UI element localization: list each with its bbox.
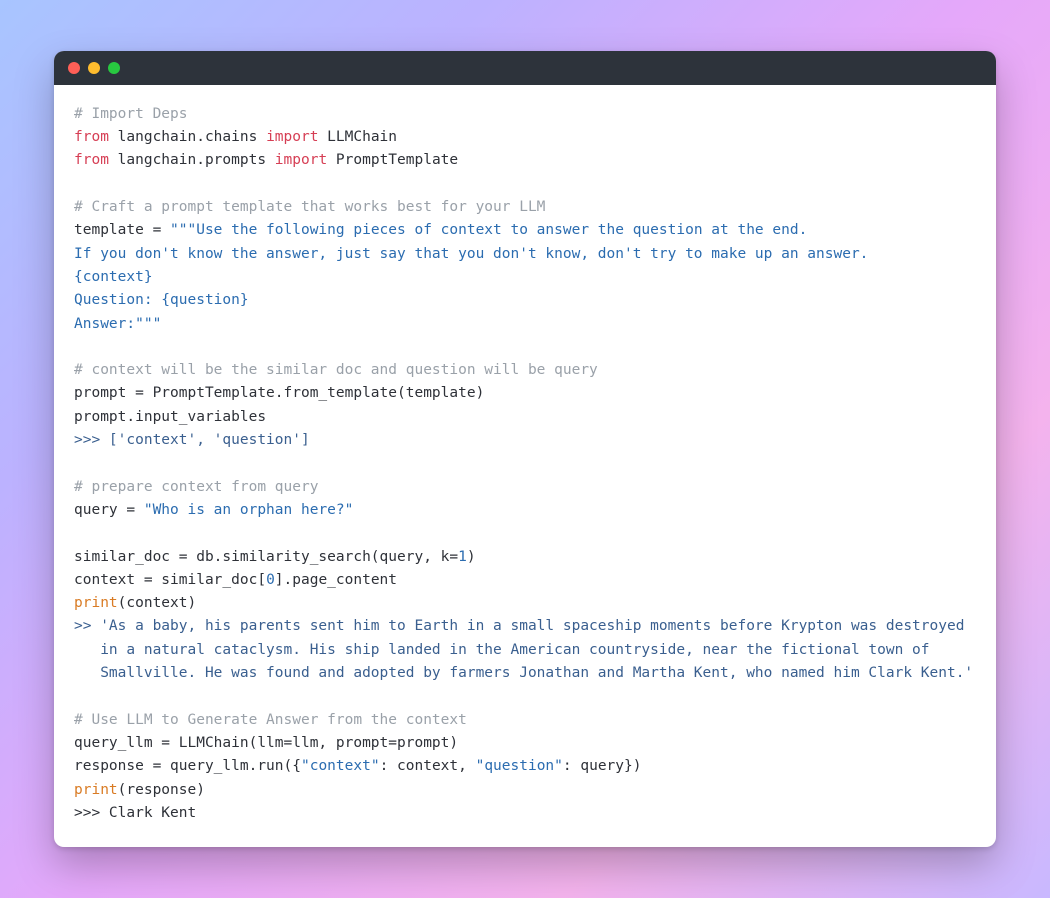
string: Question: {question}: [74, 292, 249, 308]
builtin-print: print: [74, 595, 118, 611]
comment: # context will be the similar doc and qu…: [74, 362, 598, 378]
module: langchain.prompts: [109, 152, 275, 168]
repl-prompt: >>>: [74, 432, 109, 448]
code-line: ): [467, 549, 476, 565]
zoom-icon[interactable]: [108, 62, 120, 74]
args: (response): [118, 782, 205, 798]
string: {context}: [74, 269, 153, 285]
keyword-from: from: [74, 152, 109, 168]
code-line: prompt.input_variables: [74, 409, 266, 425]
symbol: LLMChain: [318, 129, 397, 145]
keyword-import: import: [266, 129, 318, 145]
code-line: prompt = PromptTemplate.from_template(te…: [74, 385, 484, 401]
code-line: response = query_llm.run({: [74, 758, 301, 774]
number: 0: [266, 572, 275, 588]
code-line: ].page_content: [275, 572, 397, 588]
module: langchain.chains: [109, 129, 266, 145]
close-icon[interactable]: [68, 62, 80, 74]
minimize-icon[interactable]: [88, 62, 100, 74]
repl-output: Clark Kent: [109, 805, 196, 821]
comment: # Use LLM to Generate Answer from the co…: [74, 712, 467, 728]
code-line: : context,: [380, 758, 476, 774]
code-window: # Import Deps from langchain.chains impo…: [54, 51, 996, 847]
keyword-from: from: [74, 129, 109, 145]
string: "Who is an orphan here?": [144, 502, 354, 518]
builtin-print: print: [74, 782, 118, 798]
code-line: : query}): [563, 758, 642, 774]
comment: # Craft a prompt template that works bes…: [74, 199, 545, 215]
number: 1: [458, 549, 467, 565]
code-editor[interactable]: # Import Deps from langchain.chains impo…: [54, 85, 996, 847]
assign: query =: [74, 502, 144, 518]
repl-output: >> 'As a baby, his parents sent him to E…: [74, 618, 964, 634]
string: If you don't know the answer, just say t…: [74, 246, 868, 262]
titlebar: [54, 51, 996, 85]
repl-prompt: >>>: [74, 805, 109, 821]
code-line: query_llm = LLMChain(llm=llm, prompt=pro…: [74, 735, 458, 751]
assign: template =: [74, 222, 170, 238]
comment: # Import Deps: [74, 106, 188, 122]
string: Answer:""": [74, 316, 161, 332]
comment: # prepare context from query: [74, 479, 318, 495]
code-line: similar_doc = db.similarity_search(query…: [74, 549, 458, 565]
symbol: PromptTemplate: [327, 152, 458, 168]
string: """Use the following pieces of context t…: [170, 222, 807, 238]
keyword-import: import: [275, 152, 327, 168]
string: "question": [476, 758, 563, 774]
args: (context): [118, 595, 197, 611]
repl-output: in a natural cataclysm. His ship landed …: [74, 642, 930, 658]
code-line: context = similar_doc[: [74, 572, 266, 588]
string: "context": [301, 758, 380, 774]
repl-output: Smallville. He was found and adopted by …: [74, 665, 973, 681]
repl-output: ['context', 'question']: [109, 432, 310, 448]
